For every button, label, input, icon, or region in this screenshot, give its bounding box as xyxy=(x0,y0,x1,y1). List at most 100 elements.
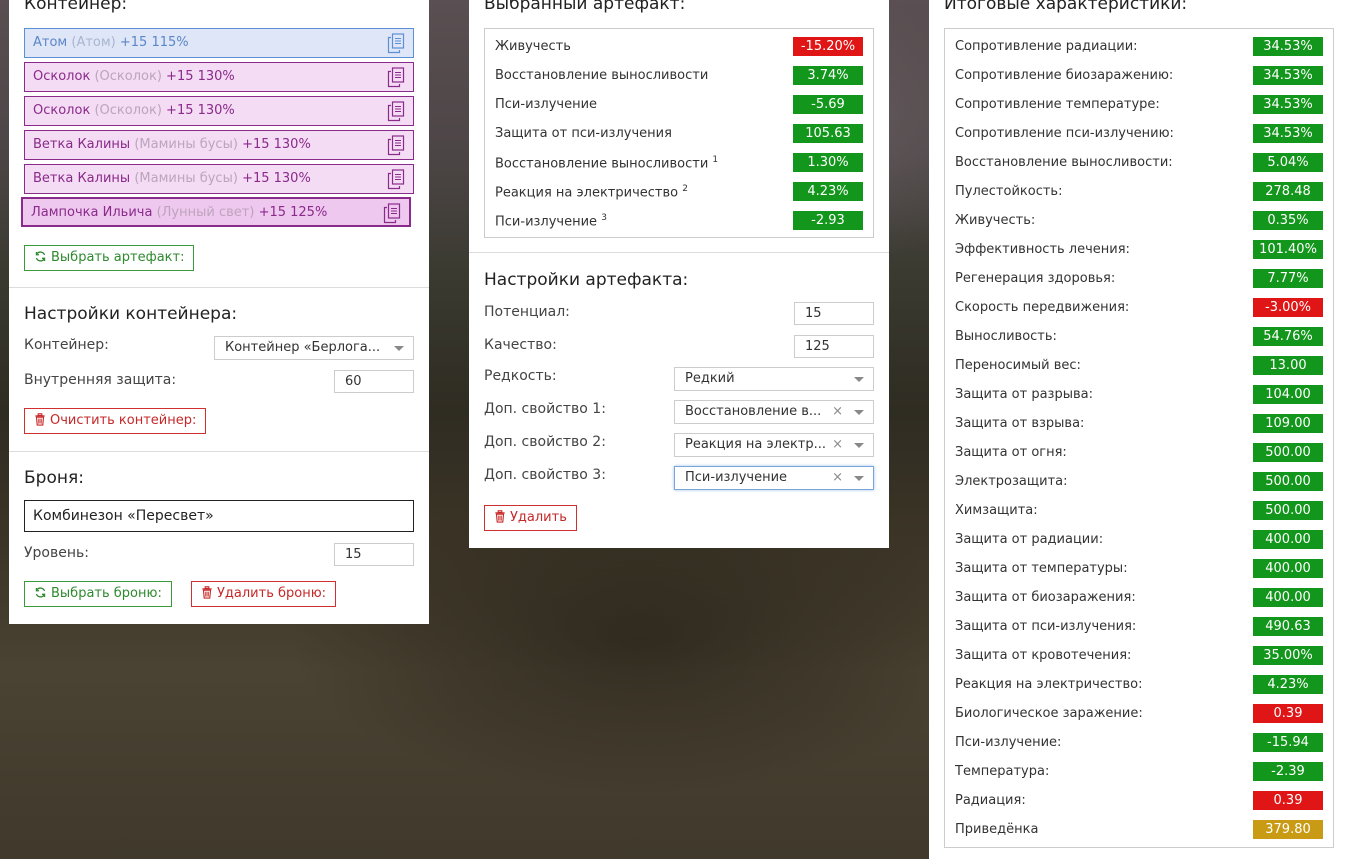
stat-row: Сопротивление биозаражению: 34.53% xyxy=(945,61,1333,90)
stat-value: -2.93 xyxy=(793,211,863,230)
artifact-slot[interactable]: Осколок (Осколок) +15 130% xyxy=(24,96,414,126)
stat-row: Пси-излучение -5.69 xyxy=(485,90,873,119)
armor-heading: Броня: xyxy=(24,468,84,488)
stat-label: Пси-излучение: xyxy=(955,735,1061,750)
stat-label: Сопротивление биозаражению: xyxy=(955,68,1173,83)
stat-row: Защита от пси-излучения 105.63 xyxy=(485,119,873,148)
selected-artifact-stats: Живучесть -15.20% Восстановление выносливо… xyxy=(484,28,874,238)
refresh-icon xyxy=(35,251,46,262)
stat-label-text: Защита от взрыва: xyxy=(955,416,1085,431)
stat-value: 500.00 xyxy=(1253,501,1323,520)
extra1-select[interactable]: Восстановление в... × xyxy=(674,400,874,424)
copy-icon[interactable] xyxy=(387,169,405,190)
stat-label: Восстановление выносливости 1 xyxy=(495,155,718,171)
select-armor-button[interactable]: Выбрать броню: xyxy=(24,581,172,607)
trash-icon xyxy=(35,413,45,426)
stat-value: 5.04% xyxy=(1253,153,1323,172)
delete-armor-button[interactable]: Удалить броню: xyxy=(191,581,337,607)
copy-icon[interactable] xyxy=(387,135,405,156)
stat-value: 400.00 xyxy=(1253,588,1323,607)
potential-input[interactable]: 15 xyxy=(794,302,874,325)
stat-label: Пси-излучение 3 xyxy=(495,213,607,229)
extra3-select[interactable]: Пси-излучение × xyxy=(674,466,874,490)
artifact-slot[interactable]: Ветка Калины (Мамины бусы) +15 130% xyxy=(24,164,414,194)
slot-level: +15 115% xyxy=(119,35,189,50)
artifact-slot[interactable]: Лампочка Ильича (Лунный свет) +15 125% xyxy=(21,197,411,227)
select-artifact-button[interactable]: Выбрать артефакт: xyxy=(24,245,195,271)
slot-level: +15 125% xyxy=(258,205,328,220)
clear-icon[interactable]: × xyxy=(832,434,843,456)
clear-icon[interactable]: × xyxy=(832,401,843,423)
clear-container-button[interactable]: Очистить контейнер: xyxy=(24,408,207,434)
clear-icon[interactable]: × xyxy=(832,467,843,489)
stat-label-text: Электрозащита: xyxy=(955,474,1068,489)
rarity-label: Редкость: xyxy=(484,368,557,384)
stat-row: Защита от температуры: 400.00 xyxy=(945,554,1333,583)
stat-value: 4.23% xyxy=(793,182,863,201)
stat-value: 34.53% xyxy=(1253,37,1323,56)
stat-label: Выносливость: xyxy=(955,329,1057,344)
stat-row: Защита от кровотечения: 35.00% xyxy=(945,641,1333,670)
extra2-select-value: Реакция на электр... xyxy=(685,437,827,452)
stat-footnote: 1 xyxy=(712,155,719,165)
stat-label: Защита от пси-излучения: xyxy=(955,619,1136,634)
stat-value: 0.35% xyxy=(1253,211,1323,230)
stat-label: Регенерация здоровья: xyxy=(955,271,1115,286)
stat-label-text: Защита от температуры: xyxy=(955,561,1128,576)
stat-label-text: Температура: xyxy=(955,764,1050,779)
copy-icon[interactable] xyxy=(387,33,405,54)
stat-row: Живучесть: 0.35% xyxy=(945,206,1333,235)
armor-level-input[interactable]: 15 xyxy=(334,543,414,566)
artifact-slot[interactable]: Ветка Калины (Мамины бусы) +15 130% xyxy=(24,130,414,160)
delete-artifact-label: Удалить xyxy=(510,510,567,525)
slot-name: Осколок xyxy=(33,69,91,84)
stat-label-text: Радиация: xyxy=(955,793,1026,808)
stat-label-text: Пси-излучение: xyxy=(955,735,1062,750)
stat-value: 109.00 xyxy=(1253,414,1323,433)
divider xyxy=(9,287,429,288)
divider xyxy=(469,252,889,253)
stat-label: Скорость передвижения: xyxy=(955,300,1129,315)
stat-value: 7.77% xyxy=(1253,269,1323,288)
right-panel: Итоговые характеристики: Сопротивление р… xyxy=(929,0,1348,859)
stat-value: 54.76% xyxy=(1253,327,1323,346)
stat-row: Восстановление выносливости 1 1.30% xyxy=(485,148,873,177)
stat-label: Живучесть xyxy=(495,39,571,54)
stat-row: Переносимый вес: 13.00 xyxy=(945,351,1333,380)
quality-input[interactable]: 125 xyxy=(794,335,874,358)
stat-row: Живучесть -15.20% xyxy=(485,32,873,61)
totals-stats: Сопротивление радиации: 34.53% Сопротивлен… xyxy=(944,28,1334,848)
stat-label-text: Защита от пси-излучения xyxy=(495,126,672,141)
copy-icon[interactable] xyxy=(387,101,405,122)
stat-value: -5.69 xyxy=(793,95,863,114)
extra2-select[interactable]: Реакция на электр... × xyxy=(674,433,874,457)
stat-label: Живучесть: xyxy=(955,213,1035,228)
stat-label-text: Пси-излучение xyxy=(495,214,598,230)
armor-name-field[interactable]: Комбинезон «Пересвет» xyxy=(24,500,414,532)
slot-level: +15 130% xyxy=(166,69,235,84)
artifact-slot[interactable]: Осколок (Осколок) +15 130% xyxy=(24,62,414,92)
stat-row: Регенерация здоровья: 7.77% xyxy=(945,264,1333,293)
extra2-label: Доп. свойство 2: xyxy=(484,434,606,450)
slot-name: Атом xyxy=(33,35,68,50)
stat-row: Радиация: 0.39 xyxy=(945,786,1333,815)
stat-label: Защита от температуры: xyxy=(955,561,1128,576)
copy-icon[interactable] xyxy=(387,67,405,88)
chevron-down-icon xyxy=(854,410,864,415)
stat-row: Защита от биозаражения: 400.00 xyxy=(945,583,1333,612)
stat-label-text: Живучесть: xyxy=(955,213,1036,228)
stat-value: 4.23% xyxy=(1253,675,1323,694)
stat-label: Пулестойкость: xyxy=(955,184,1062,199)
potential-label: Потенциал: xyxy=(484,304,570,320)
copy-icon[interactable] xyxy=(383,203,401,224)
stat-value: 379.80 xyxy=(1253,820,1323,839)
artifact-slot[interactable]: Атом (Атом) +15 115% xyxy=(24,28,414,58)
rarity-select[interactable]: Редкий xyxy=(674,367,874,391)
delete-artifact-button[interactable]: Удалить xyxy=(484,505,577,531)
internal-protection-input[interactable]: 60 xyxy=(334,370,414,393)
stat-label-text: Сопротивление радиации: xyxy=(955,39,1138,54)
stat-row: Защита от разрыва: 104.00 xyxy=(945,380,1333,409)
stat-label-text: Реакция на электричество xyxy=(495,185,679,201)
container-select[interactable]: Контейнер «Берлога... xyxy=(214,336,414,360)
stat-label-text: Защита от биозаражения: xyxy=(955,590,1136,605)
